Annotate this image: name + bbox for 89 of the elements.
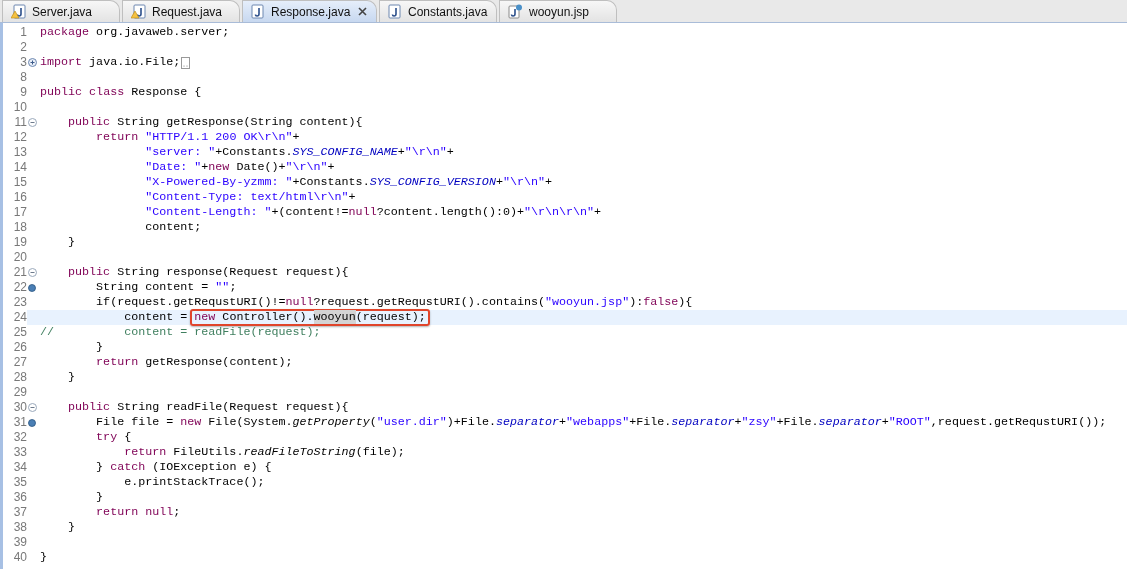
code-line: } [95,490,104,505]
line-number: 1 [20,25,27,40]
tab-label: wooyun.jsp [529,3,590,21]
code-line: content; [144,220,202,235]
line-number: 22 [13,280,27,295]
highlight-frame: new Controller().wooyun(request); [190,309,430,326]
code-line: return FileUtils.readFileToString(file); [123,445,405,460]
tab-label: Response.java [271,3,351,21]
tab-label: Request.java [152,3,223,21]
code-line: return "HTTP/1.1 200 OK\r\n"+ [95,130,300,145]
line-number: 25 [13,325,27,340]
collapse-icon[interactable] [27,118,37,127]
expand-icon[interactable] [27,58,37,67]
line-number: 15 [13,175,27,190]
line-number: 14 [13,160,27,175]
line-number: 40 [13,550,27,565]
code-line: File file = new File(System.getProperty("user.dir")+File.separator+"webapps"+File.separator+"zsy"+File.separator+"ROOT",request.getRequstURI()); [95,415,1107,430]
line-number: 2 [20,40,27,55]
line-number: 32 [13,430,27,445]
line-number: 35 [13,475,27,490]
tab-label: Server.java [32,3,93,21]
line-number: 29 [13,385,27,400]
line-number: 39 [13,535,27,550]
line-number: 21 [13,265,27,280]
line-number: 34 [13,460,27,475]
code-line: } [67,370,76,385]
line-number: 27 [13,355,27,370]
line-number: 36 [13,490,27,505]
editor-tab[interactable]: wooyun.jsp [499,0,617,22]
collapse-icon[interactable] [27,268,37,277]
code-line: "X-Powered-By-yzmm: "+Constants.SYS_CONFIG_VERSION+"\r\n"+ [144,175,553,190]
line-number: 18 [13,220,27,235]
code-line: return null; [95,505,181,520]
java-file-warning-icon [131,4,146,19]
editor-tab[interactable]: Response.java [242,0,377,22]
line-number: 19 [13,235,27,250]
line-number: 17 [13,205,27,220]
line-number: 3 [20,55,27,70]
override-marker-icon [28,418,36,427]
editor-tab[interactable]: Request.java [122,0,240,22]
line-number: 30 [13,400,27,415]
code-line: public String response(Request request){ [67,265,349,280]
line-number: 13 [13,145,27,160]
code-line: "Content-Type: text/html\r\n"+ [144,190,356,205]
line-number: 10 [13,100,27,115]
code-line: } [67,520,76,535]
folded-code-icon[interactable] [181,56,191,69]
code-line: public String readFile(Request request){ [67,400,349,415]
java-file-icon [251,4,265,19]
line-number: 26 [13,340,27,355]
line-number: 33 [13,445,27,460]
line-number: 24 [13,310,27,325]
close-icon[interactable] [358,7,368,16]
editor-tab[interactable]: Constants.java [379,0,497,22]
jsp-file-icon [508,4,523,19]
code-line: } [40,550,47,565]
code-line: return getResponse(content); [95,355,293,370]
line-number: 31 [13,415,27,430]
java-file-warning-icon [11,4,26,19]
code-line: } [67,235,76,250]
line-number: 16 [13,190,27,205]
line-number: 8 [20,70,27,85]
line-number: 28 [13,370,27,385]
tab-label: Constants.java [408,3,488,21]
code-line: try { [95,430,132,445]
code-line: } [95,340,104,355]
code-line: package org.javaweb.server; [40,25,230,40]
line-number: 37 [13,505,27,520]
line-number: 11 [14,115,27,130]
code-line: "Date: "+new Date()+"\r\n"+ [144,160,335,175]
code-line: "server: "+Constants.SYS_CONFIG_NAME+"\r\n"+ [144,145,454,160]
line-number: 9 [20,85,27,100]
code-line: String content = ""; [95,280,237,295]
code-line: e.printStackTrace(); [123,475,265,490]
code-line: import java.io.File; [40,55,181,70]
line-number: 12 [13,130,27,145]
code-line: public String getResponse(String content){ [67,115,363,130]
code-line: // content = readFile(request); [40,325,321,340]
code-line: if(request.getRequstURI()!=null?request.getRequstURI().contains("wooyun.jsp"):false){ [95,295,693,310]
line-number: 38 [13,520,27,535]
code-line: } catch (IOException e) { [95,460,272,475]
override-marker-icon [28,283,36,292]
collapse-icon[interactable] [27,403,37,412]
code-line: public class Response { [40,85,202,100]
java-file-icon [388,4,402,19]
line-number: 20 [13,250,27,265]
code-line: "Content-Length: "+(content!=null?content.length():0)+"\r\n\r\n"+ [144,205,602,220]
editor-tab[interactable]: Server.java [2,0,120,22]
line-number: 23 [13,295,27,310]
